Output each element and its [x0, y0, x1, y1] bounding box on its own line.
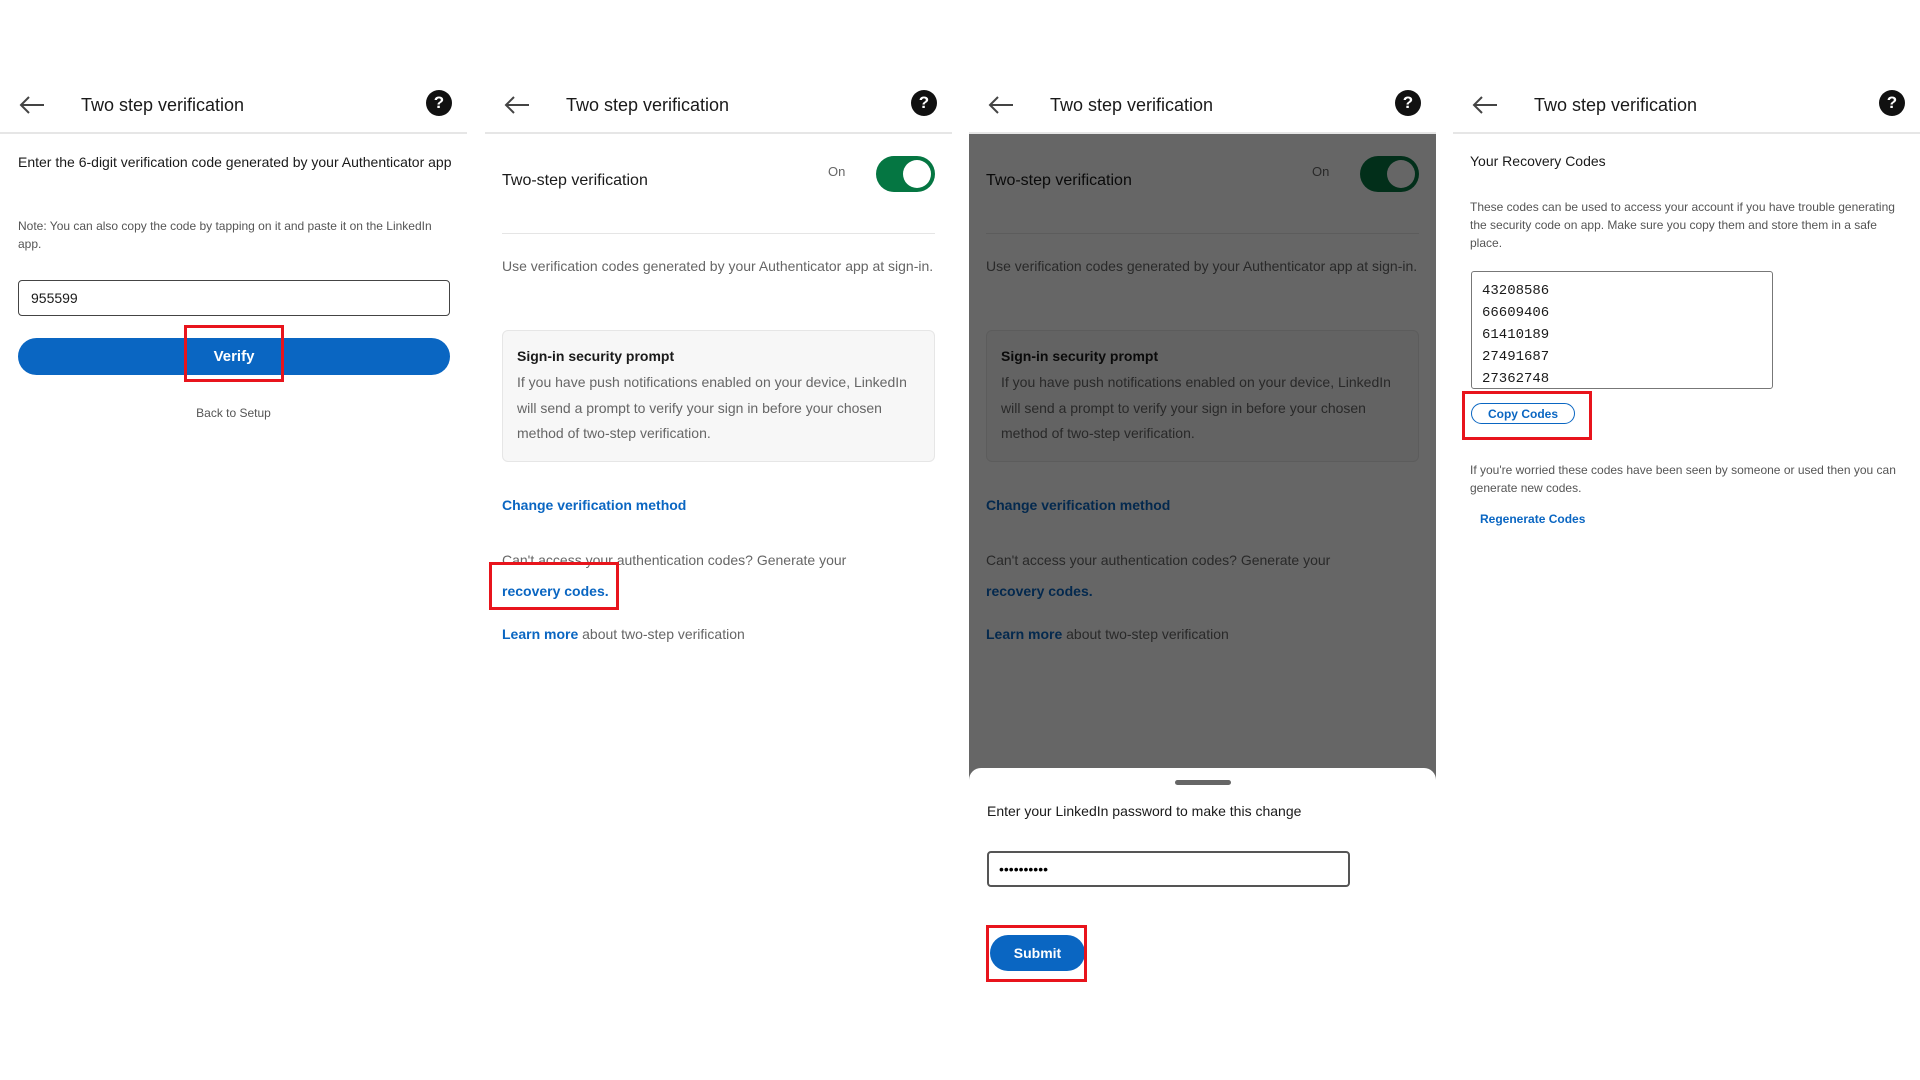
two-step-toggle[interactable]: [876, 156, 935, 192]
toggle-state-label: On: [828, 164, 846, 179]
regenerate-codes-link[interactable]: Regenerate Codes: [1480, 512, 1585, 526]
recovery-codes-title: Your Recovery Codes: [1470, 153, 1606, 169]
prompt-title: Sign-in security prompt: [517, 348, 675, 364]
app-header: Two step verification ?: [0, 78, 467, 134]
instruction-text: Enter the 6-digit verification code gene…: [18, 154, 452, 170]
back-arrow-icon[interactable]: [1471, 92, 1499, 118]
learn-more-rest: about two-step verification: [578, 626, 745, 642]
recovery-codes-description: These codes can be used to access your a…: [1470, 200, 1895, 250]
two-step-label: Two-step verification: [502, 172, 648, 189]
screen-recovery-codes: Two step verification ? Your Recovery Co…: [1453, 0, 1920, 1080]
screen-password-sheet: Two step verification ? Two-step verific…: [969, 0, 1436, 1080]
back-arrow-icon[interactable]: [503, 92, 531, 118]
help-icon[interactable]: ?: [911, 90, 937, 116]
help-icon[interactable]: ?: [426, 90, 452, 116]
page-title: Two step verification: [1050, 95, 1214, 115]
app-header: Two step verification ?: [969, 78, 1436, 134]
recovery-code: 27362748: [1482, 371, 1550, 387]
page-title: Two step verification: [566, 95, 730, 115]
password-bottom-sheet: Enter your LinkedIn password to make thi…: [969, 768, 1436, 1080]
recovery-code: 43208586: [1482, 283, 1550, 299]
app-header: Two step verification ?: [1453, 78, 1920, 134]
learn-more-text: Learn more about two-step verification: [502, 626, 745, 642]
back-to-setup-link[interactable]: Back to Setup: [0, 406, 467, 420]
use-codes-text: Use verification codes generated by your…: [502, 258, 934, 274]
password-prompt: Enter your LinkedIn password to make thi…: [987, 803, 1302, 819]
cant-access-text: Can't access your authentication codes? …: [502, 545, 882, 607]
note-text: Note: You can also copy the code by tapp…: [18, 219, 432, 251]
recovery-codes-link[interactable]: recovery codes.: [502, 583, 609, 599]
worried-text: If you're worried these codes have been …: [1470, 463, 1896, 495]
verify-button[interactable]: Verify: [18, 338, 450, 375]
divider: [502, 233, 935, 234]
help-icon[interactable]: ?: [1395, 90, 1421, 116]
back-arrow-icon[interactable]: [987, 92, 1015, 118]
toggle-knob: [903, 160, 931, 188]
app-header: Two step verification ?: [485, 78, 952, 134]
change-method-link[interactable]: Change verification method: [502, 497, 686, 513]
cant-access-label: Can't access your authentication codes? …: [502, 552, 847, 568]
recovery-codes-box[interactable]: 43208586 66609406 61410189 27491687 2736…: [1471, 271, 1773, 389]
recovery-code: 27491687: [1482, 349, 1550, 365]
drag-handle[interactable]: [1175, 780, 1231, 785]
copy-codes-button[interactable]: Copy Codes: [1471, 403, 1575, 424]
screen-verify-code: Two step verification ? Enter the 6-digi…: [0, 0, 467, 1080]
learn-more-link[interactable]: Learn more: [502, 626, 578, 642]
help-icon[interactable]: ?: [1879, 90, 1905, 116]
recovery-code: 61410189: [1482, 327, 1550, 343]
screen-settings: Two step verification ? Two-step verific…: [485, 0, 952, 1080]
recovery-code: 66609406: [1482, 305, 1550, 321]
submit-button[interactable]: Submit: [990, 935, 1085, 971]
security-prompt-card: Sign-in security prompt If you have push…: [502, 330, 935, 462]
password-input[interactable]: [987, 851, 1350, 887]
page-title: Two step verification: [81, 95, 245, 115]
prompt-body: If you have push notifications enabled o…: [517, 374, 907, 441]
verification-code-input[interactable]: [18, 280, 450, 316]
back-arrow-icon[interactable]: [18, 92, 46, 118]
page-title: Two step verification: [1534, 95, 1698, 115]
